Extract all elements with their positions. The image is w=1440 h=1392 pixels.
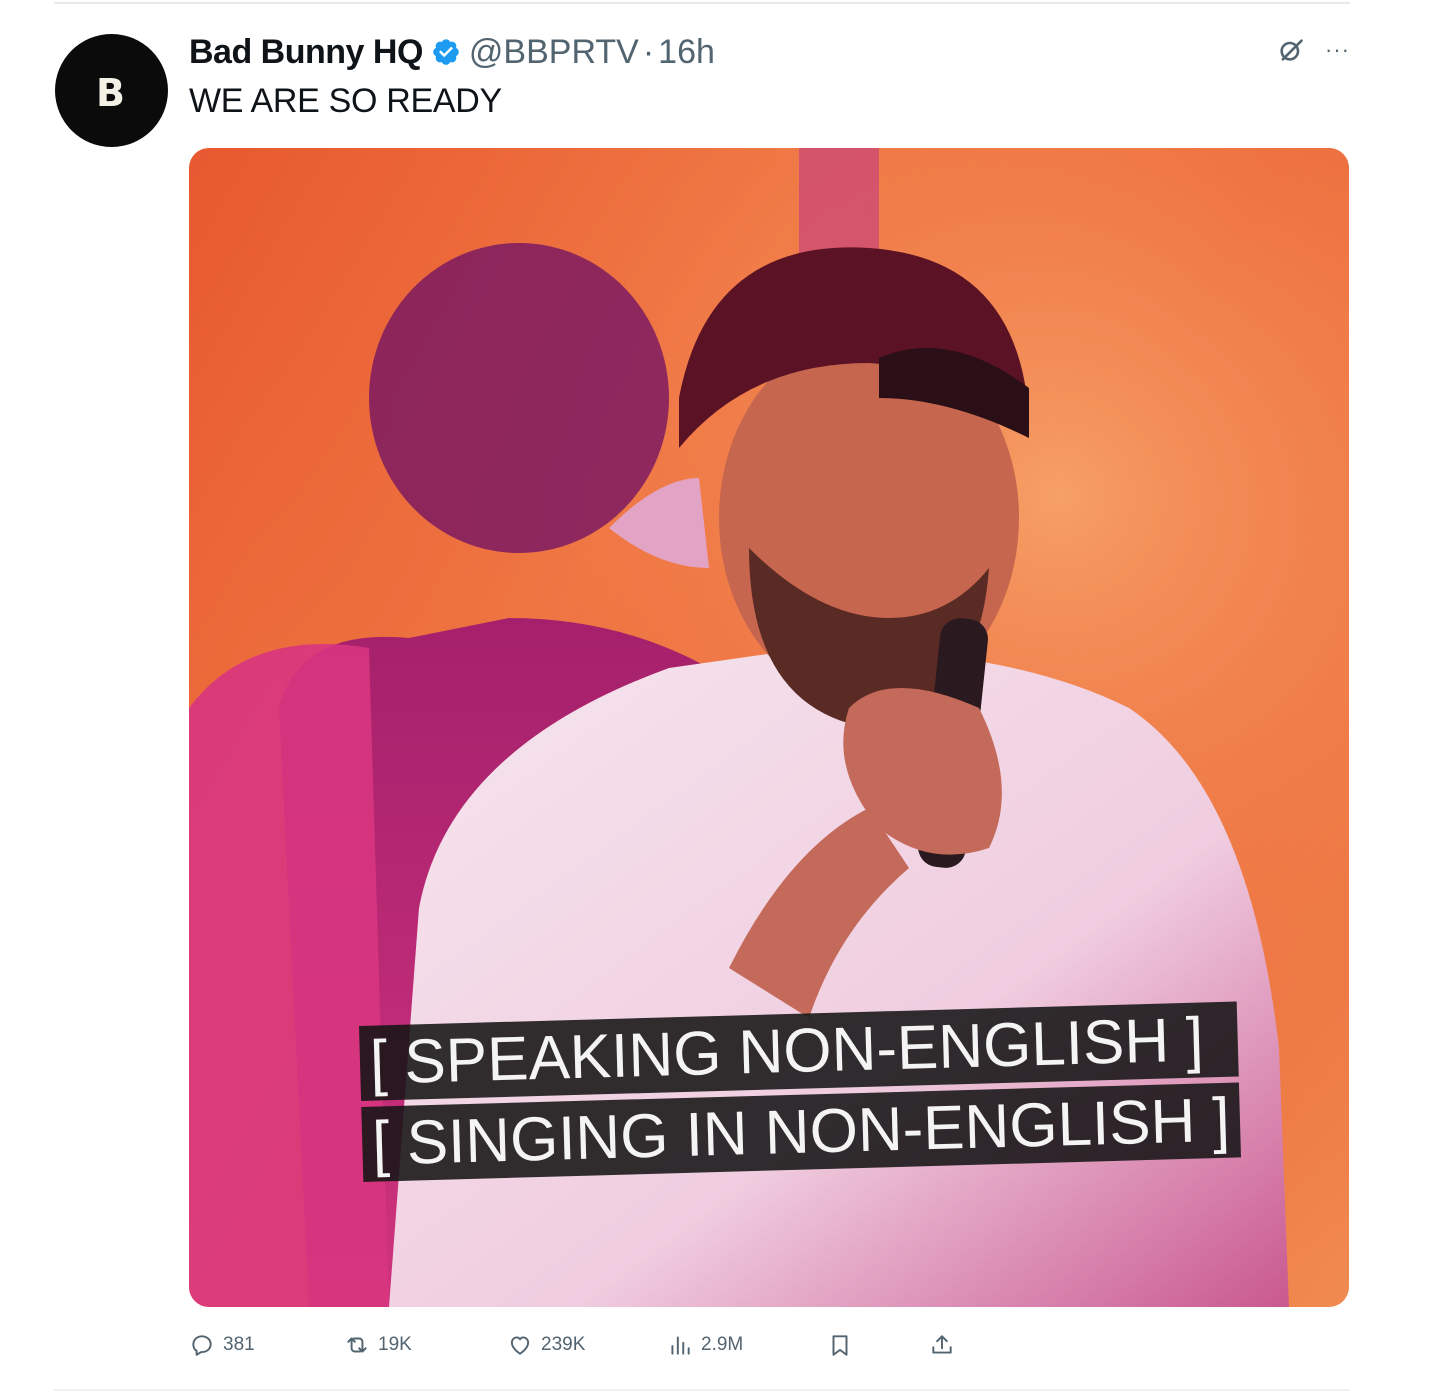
repost-button[interactable]: 19K [344, 1328, 412, 1362]
views-icon [671, 1336, 690, 1355]
avatar-logo: B [96, 70, 125, 115]
tweet[interactable]: B Bad Bunny HQ @BBPRTV · 16h ··· WE ARE … [0, 0, 1440, 1392]
tweet-media[interactable]: [ SPEAKING NON-ENGLISH ] [ SINGING IN NO… [189, 148, 1349, 1307]
bookmark-icon [832, 1335, 848, 1356]
handle[interactable]: @BBPRTV [469, 33, 639, 72]
repost-count: 19K [378, 1334, 412, 1355]
captions: [ SPEAKING NON-ENGLISH ] [ SINGING IN NO… [359, 1001, 1241, 1182]
reply-icon [192, 1335, 212, 1356]
reply-count: 381 [223, 1334, 255, 1355]
tweet-header: Bad Bunny HQ @BBPRTV · 16h [189, 30, 715, 74]
view-count: 2.9M [701, 1334, 744, 1355]
timestamp[interactable]: 16h [658, 33, 715, 72]
top-actions: ··· [1277, 36, 1350, 64]
like-count: 239K [541, 1334, 586, 1355]
repost-icon [347, 1337, 367, 1353]
display-name[interactable]: Bad Bunny HQ [189, 33, 423, 72]
heart-icon [510, 1336, 530, 1355]
bottom-divider [54, 1389, 1350, 1391]
views-button[interactable]: 2.9M [667, 1328, 743, 1362]
action-bar: 381 19K 239K 2.9M [189, 1328, 969, 1362]
verified-badge-icon [433, 39, 459, 65]
bookmark-button[interactable] [827, 1328, 853, 1362]
share-icon [932, 1335, 952, 1354]
grok-icon[interactable] [1277, 36, 1305, 64]
reply-button[interactable]: 381 [189, 1328, 255, 1362]
separator-dot: · [642, 32, 655, 71]
more-icon[interactable]: ··· [1325, 39, 1350, 61]
like-button[interactable]: 239K [507, 1328, 585, 1362]
share-button[interactable] [929, 1328, 955, 1362]
avatar[interactable]: B [55, 34, 168, 147]
tweet-text: WE ARE SO READY [189, 82, 502, 120]
